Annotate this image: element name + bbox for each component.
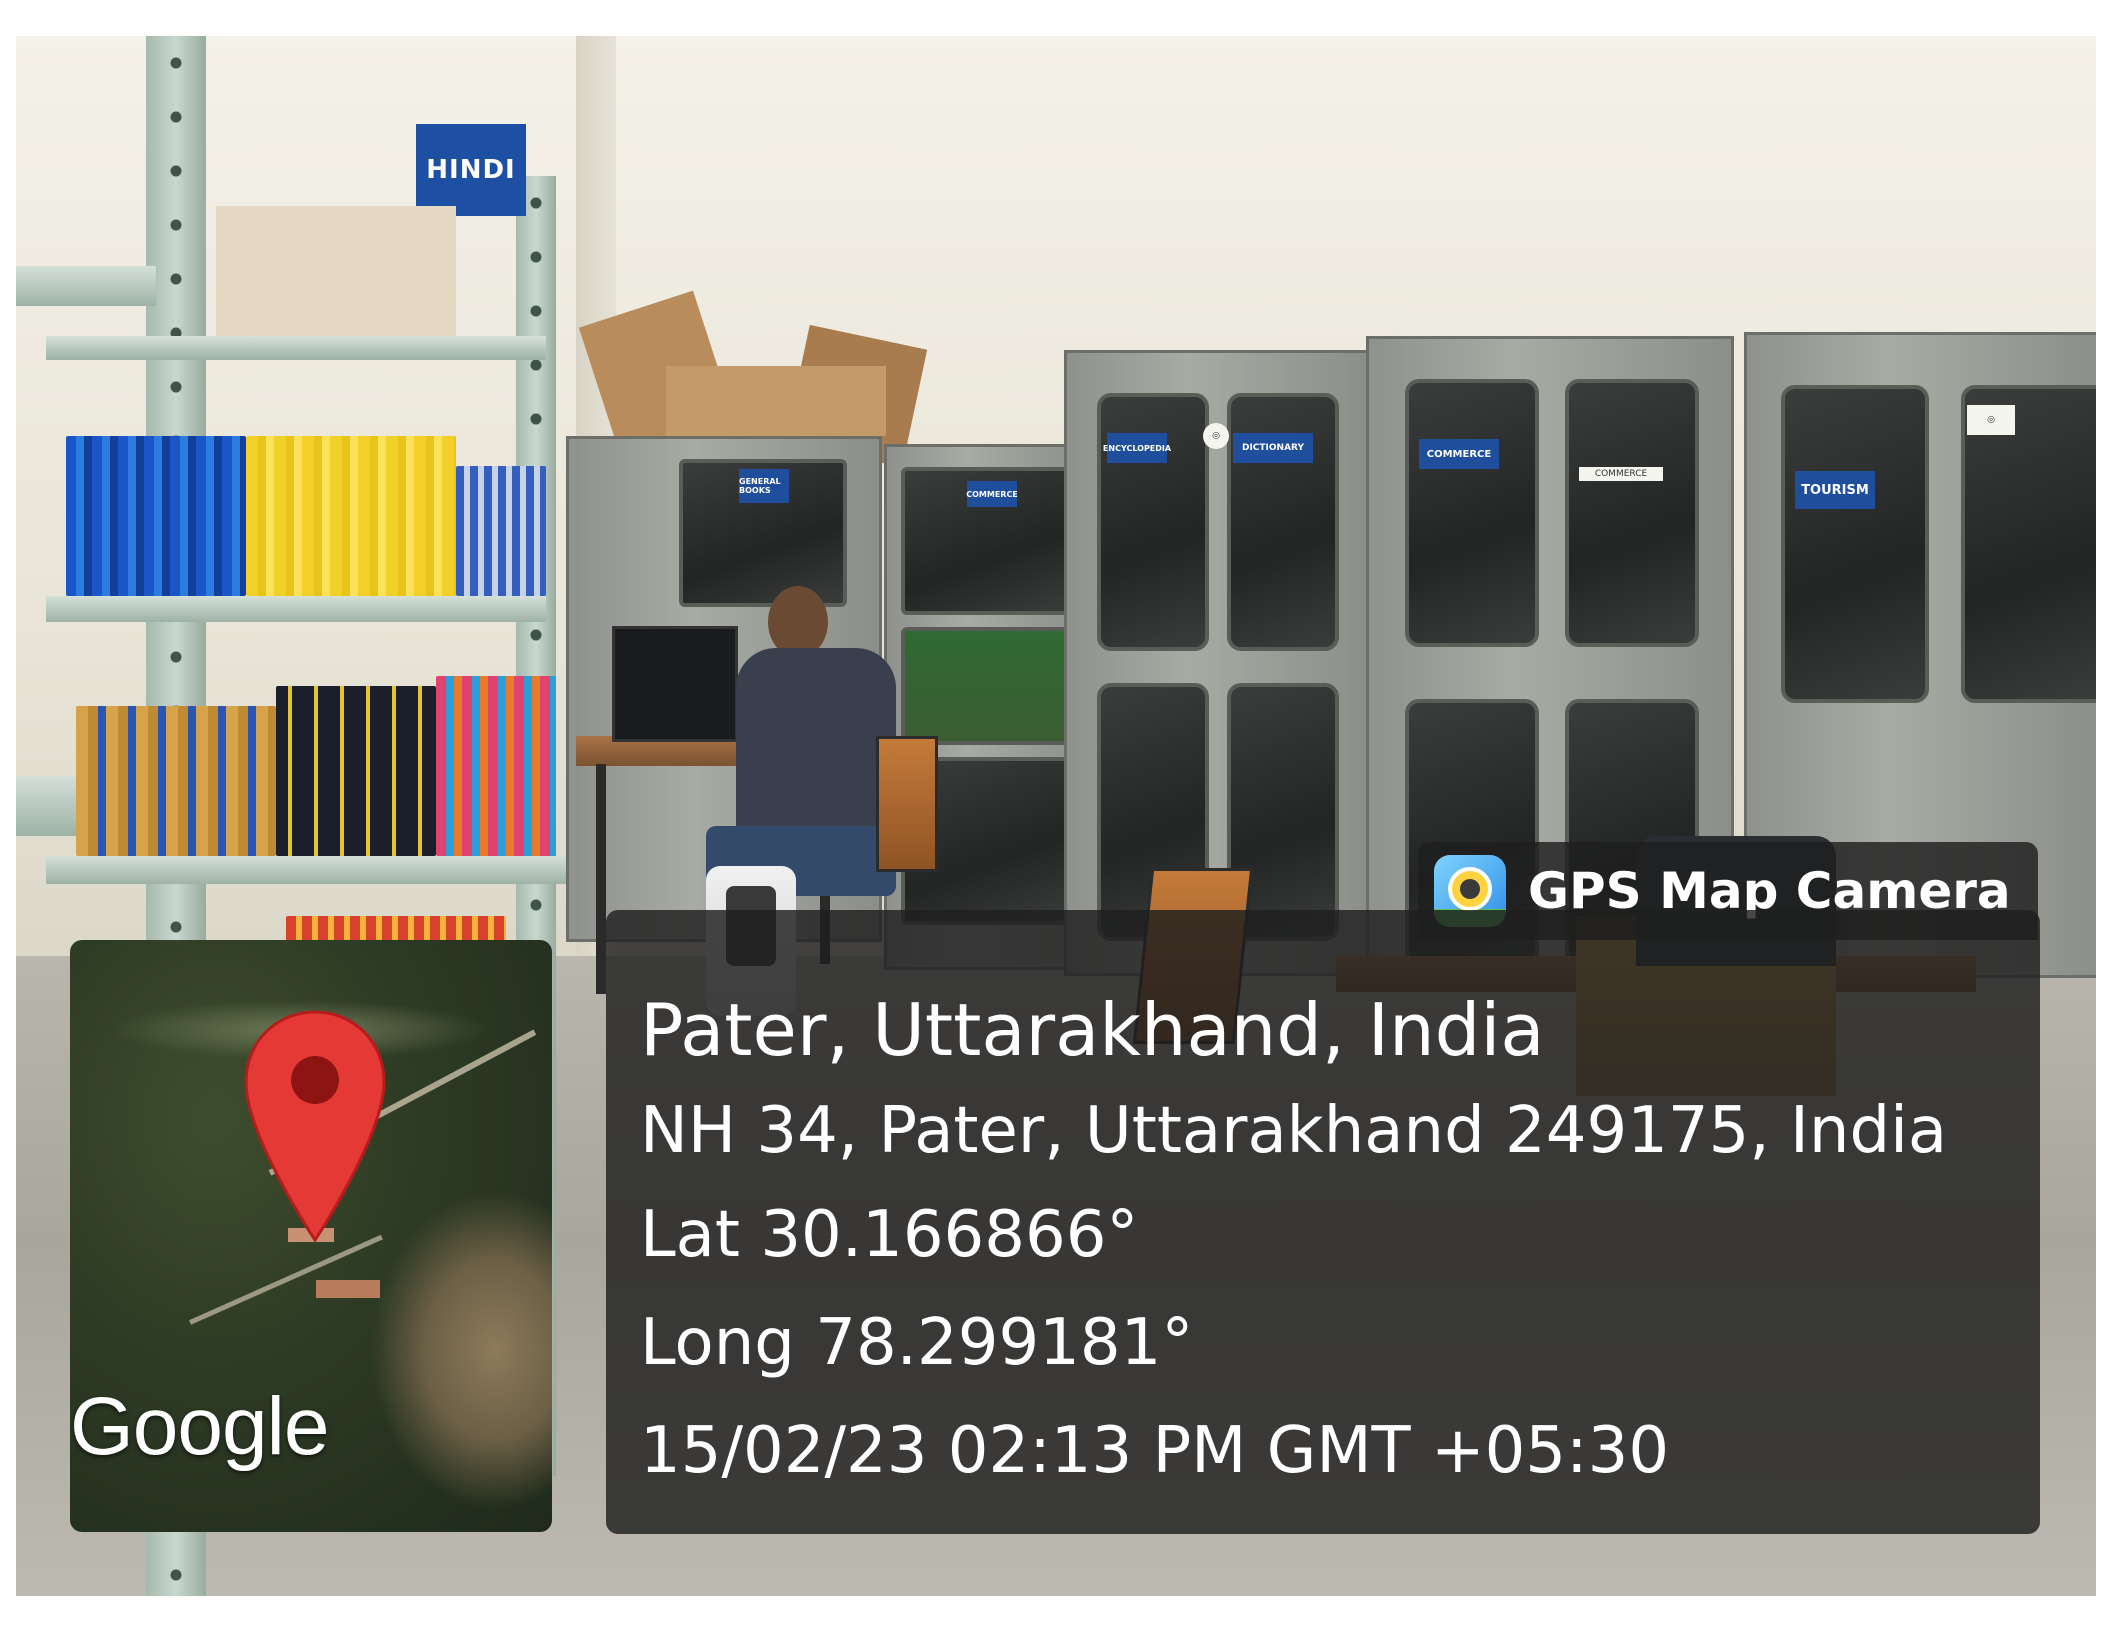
latitude-line: Lat 30.166866° — [640, 1198, 1139, 1272]
map-provider-label: Google — [70, 1381, 329, 1472]
carton — [666, 366, 886, 436]
books-row — [456, 466, 546, 596]
computer-monitor — [612, 626, 738, 742]
books-row — [76, 706, 276, 856]
books-row — [66, 436, 246, 596]
rack-shelf — [46, 336, 546, 360]
rack-shelf — [46, 596, 546, 622]
sign-dictionary: DICTIONARY — [1233, 433, 1313, 463]
chair — [876, 736, 938, 872]
books-row — [436, 676, 556, 856]
sign-tourism: TOURISM — [1795, 471, 1875, 509]
longitude-line: Long 78.299181° — [640, 1306, 1194, 1380]
rack-shelf — [46, 856, 566, 884]
sign-general-books: GENERAL BOOKS — [739, 469, 789, 503]
sign-commerce-white: COMMERCE — [1579, 467, 1663, 481]
sign-hindi: HINDI — [416, 124, 526, 216]
sign-commerce-small: COMMERCE — [966, 481, 1018, 507]
location-pin-icon — [244, 1010, 386, 1243]
books-row — [246, 436, 456, 596]
person-body — [736, 648, 896, 838]
books-row — [276, 686, 436, 856]
location-info-panel: Pater, Uttarakhand, India NH 34, Pater, … — [606, 910, 2040, 1534]
rack-shelf — [16, 266, 156, 306]
timestamp-line: 15/02/23 02:13 PM GMT +05:30 — [640, 1414, 1670, 1488]
address-line: NH 34, Pater, Uttarakhand 249175, India — [640, 1094, 1948, 1168]
sign-commerce: COMMERCE — [1419, 439, 1499, 469]
map-thumbnail: Google — [70, 940, 552, 1532]
location-title: Pater, Uttarakhand, India — [640, 988, 1545, 1072]
file-boxes — [216, 206, 456, 336]
glass-cupboard: COMMERCE — [884, 444, 1090, 970]
sign-encyclopedia: ENCYCLOPEDIA — [1103, 433, 1171, 463]
